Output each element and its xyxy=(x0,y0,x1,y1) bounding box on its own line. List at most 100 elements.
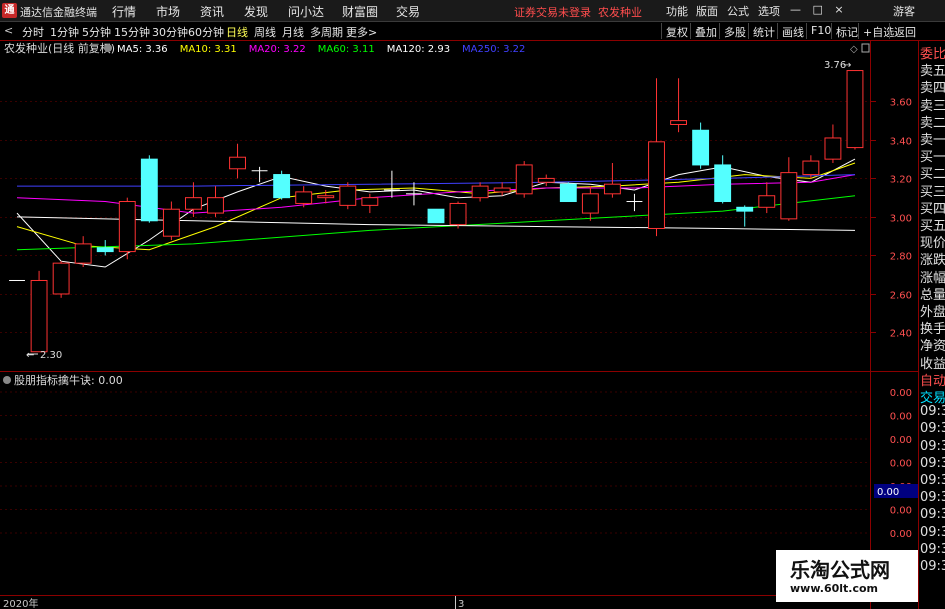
period-15min[interactable]: 15分钟 xyxy=(114,24,150,40)
order-panel-item-18: 收益 xyxy=(920,356,945,372)
menu-market[interactable]: 市场 xyxy=(156,3,180,20)
menu-ask-xiaoda[interactable]: 问小达 xyxy=(288,3,324,20)
security-notice[interactable]: 证券交易未登录 农发种业 xyxy=(514,4,642,20)
order-panel-item-0: 委比 xyxy=(920,47,945,62)
indicator-settings-icon[interactable] xyxy=(3,376,11,384)
y-tick-label-6: 2.40 xyxy=(890,329,912,340)
period-toolbar: < 分时 1分钟 5分钟 15分钟 30分钟 60分钟 日线 周线 月线 多周期… xyxy=(0,22,945,41)
y-tick-label-2: 3.20 xyxy=(890,175,912,186)
candle-19 xyxy=(427,208,445,224)
candle-10 xyxy=(229,143,246,179)
candle-5 xyxy=(118,197,136,260)
sub-tick-label-0: 0.00 xyxy=(890,388,912,399)
sub-tick-label-3: 0.00 xyxy=(890,459,912,470)
order-panel-item-4: 卖二 xyxy=(920,115,945,131)
period-intraday[interactable]: 分时 xyxy=(22,24,44,40)
menu-wealth-circle[interactable]: 财富圈 xyxy=(342,3,378,20)
period-daily[interactable]: 日线 xyxy=(226,24,248,40)
guest-user[interactable]: 游客 xyxy=(893,3,915,19)
collapse-arrow-icon[interactable]: < xyxy=(4,24,13,37)
candle-3 xyxy=(74,236,92,267)
candle-35 xyxy=(780,157,798,221)
order-panel-item-7: 买二 xyxy=(920,167,945,183)
watermark-logo: 乐淘公式网 www.60lt.com xyxy=(776,550,918,602)
order-panel-item-22: 09:30 xyxy=(920,421,945,437)
order-panel: 委比 卖五 卖四 卖三 卖二 卖一 买一 买二 买三 买四 买五 现价 涨跌 涨幅 总量 外盘 换手 净资 收益 自动… xyxy=(918,41,945,609)
y-tick-label-4: 2.80 xyxy=(890,252,912,263)
candle-8 xyxy=(184,182,202,217)
expand-icon[interactable] xyxy=(861,43,870,53)
period-monthly[interactable]: 月线 xyxy=(282,24,304,40)
candle-12 xyxy=(273,170,291,200)
ma-settings-icon[interactable] xyxy=(104,44,112,52)
period-5min[interactable]: 5分钟 xyxy=(82,24,111,40)
window-controls[interactable]: — □ × xyxy=(790,3,848,16)
order-panel-item-14: 总量 xyxy=(920,287,945,303)
order-panel-item-11: 现价 xyxy=(920,236,945,252)
ma-label-0: MA5: 3.36 xyxy=(117,44,168,55)
indicator-ticks: 0.00 0.00 0.00 0.00 0.00 0.00 0.00 xyxy=(0,388,912,540)
period-1min[interactable]: 1分钟 xyxy=(50,24,79,40)
period-30min[interactable]: 30分钟 xyxy=(152,24,188,40)
order-panel-item-21: 09:30 xyxy=(920,404,945,420)
ma-label-4: MA120: 2.93 xyxy=(387,44,450,55)
order-panel-item-27: 09:30 xyxy=(920,507,945,523)
order-panel-item-25: 09:30 xyxy=(920,473,945,488)
btn-draw[interactable]: 画线 xyxy=(777,23,808,39)
menu-news[interactable]: 资讯 xyxy=(200,3,224,20)
candle-16 xyxy=(361,193,379,214)
y-tick-label-1: 3.40 xyxy=(890,137,912,148)
sub-tick-label-6: 0.00 xyxy=(890,529,912,540)
order-panel-item-1: 卖五 xyxy=(920,64,945,80)
x-axis-month: 3 xyxy=(458,599,464,609)
watermark-title: 乐淘公式网 xyxy=(790,558,890,582)
btn-overlay[interactable]: 叠加 xyxy=(690,23,721,39)
order-panel-item-16: 换手 xyxy=(920,322,945,338)
diamond-icon[interactable]: ◇ xyxy=(850,44,858,55)
chart-header: 农发种业(日线 前复权) xyxy=(4,41,115,55)
login-status: 证券交易未登录 xyxy=(514,6,591,19)
btn-multi-stock[interactable]: 多股 xyxy=(719,23,750,39)
candle-32 xyxy=(714,155,732,204)
menu-formula[interactable]: 公式 xyxy=(727,3,749,19)
candle-23 xyxy=(515,161,533,198)
btn-adjust[interactable]: 复权 xyxy=(661,23,692,39)
order-panel-item-15: 外盘 xyxy=(920,305,945,320)
y-tick-label-5: 2.60 xyxy=(890,291,912,302)
period-multi[interactable]: 多周期 xyxy=(310,24,343,40)
ma-label-3: MA60: 3.11 xyxy=(318,44,375,55)
candle-30 xyxy=(670,78,688,133)
candle-38 xyxy=(846,70,864,150)
order-panel-item-19: 自动 xyxy=(920,373,945,389)
menu-layout[interactable]: 版面 xyxy=(696,3,718,19)
period-60min[interactable]: 60分钟 xyxy=(188,24,224,40)
candle-4 xyxy=(96,240,114,256)
candle-6 xyxy=(140,155,158,223)
sub-tick-label-1: 0.00 xyxy=(890,412,912,423)
candle-2 xyxy=(52,261,70,298)
ma-label-1: MA10: 3.31 xyxy=(180,44,237,55)
menu-options[interactable]: 选项 xyxy=(758,3,780,19)
order-panel-item-5: 卖一 xyxy=(920,133,945,148)
period-weekly[interactable]: 周线 xyxy=(254,24,276,40)
y-tick-label-0: 3.60 xyxy=(890,98,912,109)
menu-quotes[interactable]: 行情 xyxy=(112,3,136,20)
menu-trade[interactable]: 交易 xyxy=(396,3,420,20)
watermark-url: www.60lt.com xyxy=(790,582,879,595)
order-panel-item-26: 09:30 xyxy=(920,490,945,506)
order-panel-item-2: 卖四 xyxy=(920,81,945,97)
ma-label-5: MA250: 3.22 xyxy=(462,44,525,55)
menu-discover[interactable]: 发现 xyxy=(244,3,268,20)
btn-back[interactable]: 返回 xyxy=(889,23,920,39)
btn-stats[interactable]: 统计 xyxy=(748,23,779,39)
sub-tick-label-2: 0.00 xyxy=(890,435,912,446)
order-panel-item-12: 涨跌 xyxy=(920,253,945,269)
indicator-name: 股朋指标 xyxy=(14,373,58,387)
candle-18 xyxy=(406,182,422,206)
indicator-value: 擒牛诀: 0.00 xyxy=(58,373,123,387)
order-panel-item-3: 卖三 xyxy=(920,98,945,114)
candle-20 xyxy=(449,201,467,229)
kline-chart[interactable]: 农发种业(日线 前复权) MA5: 3.36 MA10: 3.31 MA20: 3.… xyxy=(0,41,918,609)
period-more[interactable]: 更多> xyxy=(346,24,377,40)
menu-functions[interactable]: 功能 xyxy=(666,3,688,19)
